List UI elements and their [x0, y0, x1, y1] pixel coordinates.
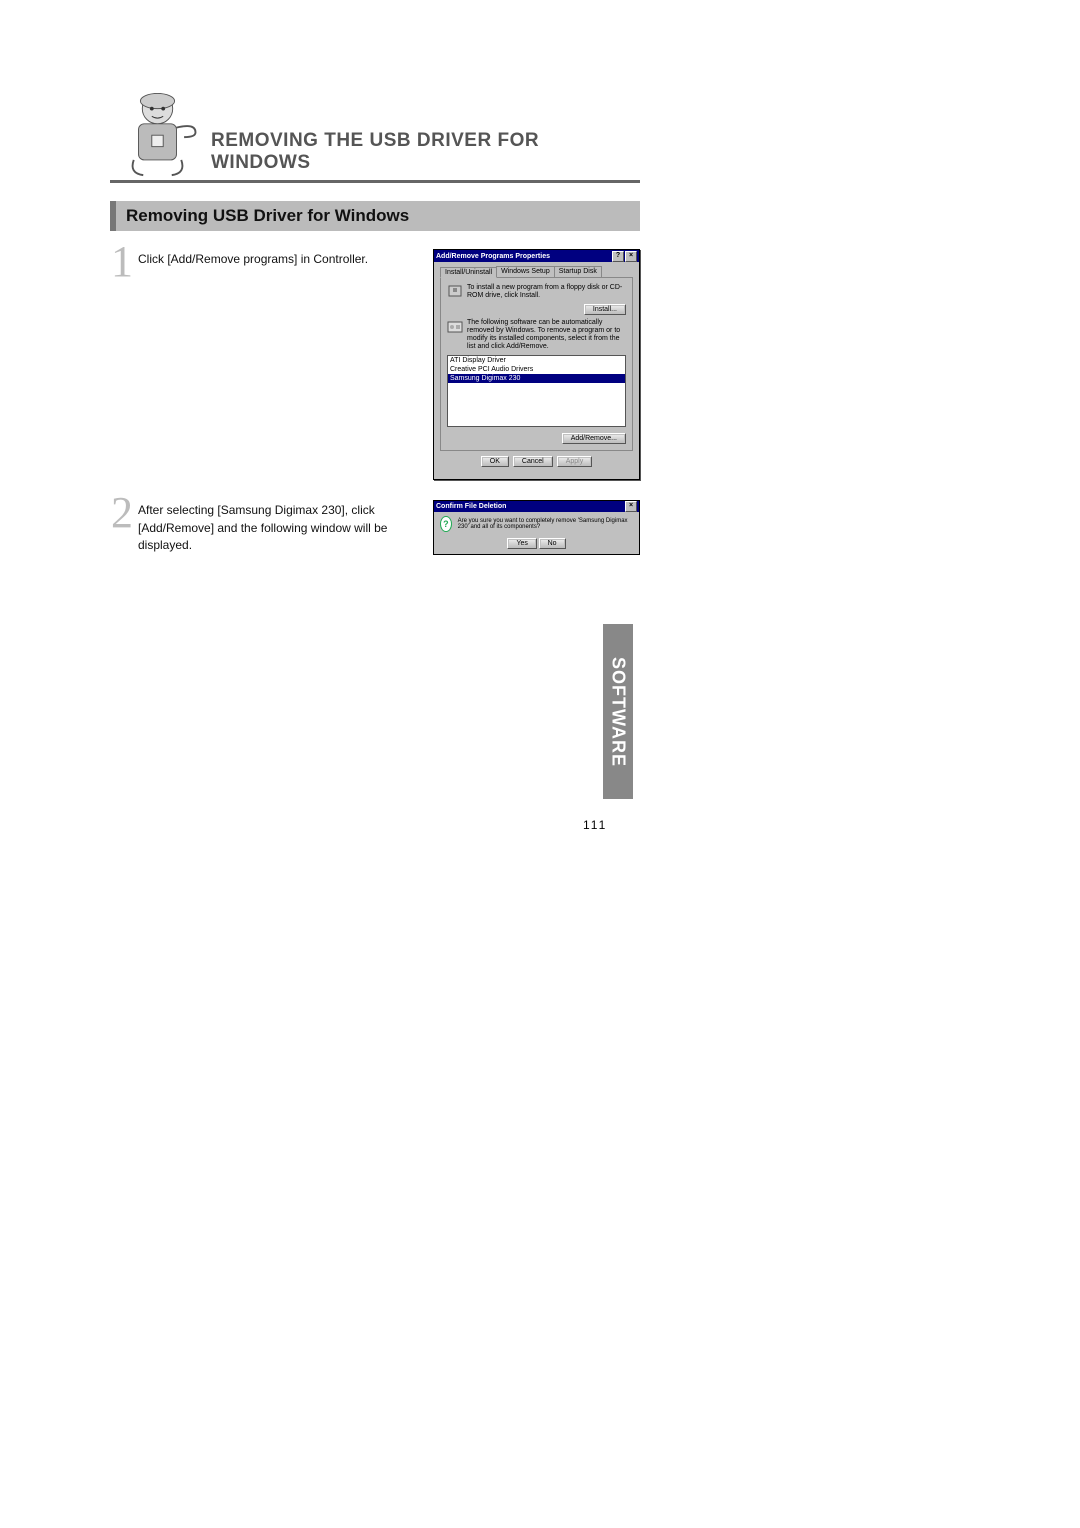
remove-text: The following software can be automatica… — [467, 319, 626, 351]
dialog-titlebar: Confirm File Deletion × — [434, 501, 639, 512]
mascot-illustration — [110, 80, 205, 180]
side-tab-software: SOFTWARE — [603, 624, 633, 799]
step-row: 1 Click [Add/Remove programs] in Control… — [110, 249, 640, 480]
no-button[interactable]: No — [539, 538, 566, 549]
step-row: 2 After selecting [Samsung Digimax 230],… — [110, 500, 640, 555]
tab-install-uninstall[interactable]: Install/Uninstall — [440, 267, 497, 278]
add-remove-dialog: Add/Remove Programs Properties ? × Insta… — [433, 249, 640, 480]
cancel-button[interactable]: Cancel — [513, 456, 553, 467]
confirm-message: Are you sure you want to completely remo… — [458, 518, 633, 530]
list-item[interactable]: ATI Display Driver — [448, 356, 625, 365]
components-icon — [447, 319, 463, 335]
step-text: Click [Add/Remove programs] in Controlle… — [138, 249, 368, 268]
page-section-title: REMOVING THE USB DRIVER FOR WINDOWS — [211, 130, 640, 180]
close-icon[interactable]: × — [625, 501, 637, 512]
dialog-titlebar: Add/Remove Programs Properties ? × — [434, 250, 639, 262]
dialog-title: Confirm File Deletion — [436, 503, 506, 510]
install-text: To install a new program from a floppy d… — [467, 284, 626, 300]
install-icon — [447, 284, 463, 300]
page-number: 111 — [583, 818, 607, 832]
question-icon: ? — [440, 516, 452, 532]
close-icon[interactable]: × — [625, 251, 637, 262]
step-number: 1 — [110, 245, 134, 279]
add-remove-button[interactable]: Add/Remove... — [562, 433, 626, 444]
apply-button[interactable]: Apply — [557, 456, 593, 467]
confirm-dialog: Confirm File Deletion × ? Are you sure y… — [433, 500, 640, 555]
sub-heading: Removing USB Driver for Windows — [110, 201, 640, 231]
list-item-selected[interactable]: Samsung Digimax 230 — [448, 374, 625, 383]
ok-button[interactable]: OK — [481, 456, 509, 467]
tab-startup-disk[interactable]: Startup Disk — [554, 266, 602, 277]
help-icon[interactable]: ? — [612, 251, 624, 262]
step-text: After selecting [Samsung Digimax 230], c… — [138, 500, 418, 554]
yes-button[interactable]: Yes — [507, 538, 536, 549]
list-item[interactable]: Creative PCI Audio Drivers — [448, 365, 625, 374]
tab-strip: Install/Uninstall Windows Setup Startup … — [440, 266, 633, 277]
step-number: 2 — [110, 496, 134, 530]
programs-listbox[interactable]: ATI Display Driver Creative PCI Audio Dr… — [447, 355, 626, 427]
tab-windows-setup[interactable]: Windows Setup — [496, 266, 555, 277]
dialog-title: Add/Remove Programs Properties — [436, 253, 550, 260]
install-button[interactable]: Install... — [584, 304, 626, 315]
